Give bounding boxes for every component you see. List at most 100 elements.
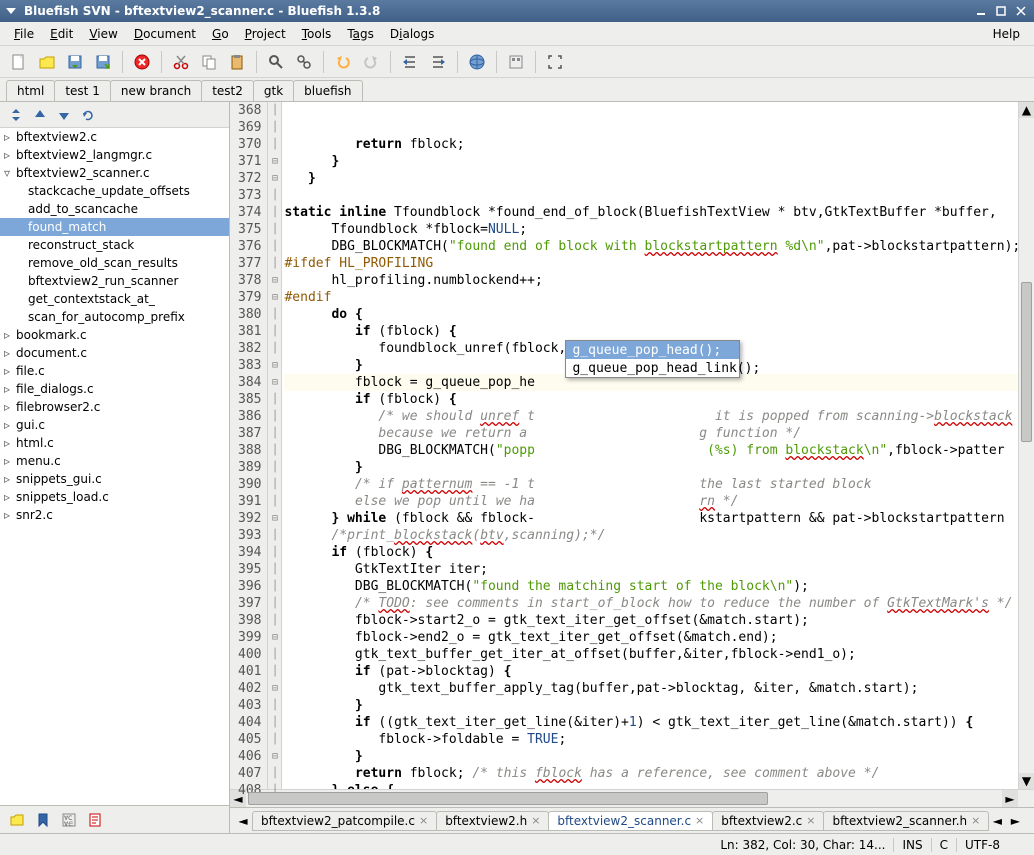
fold-column[interactable]: │││⊟⊟│││││⊟⊟│││⊟⊟│││││││⊟││││││⊟││⊟│││⊟│… — [268, 102, 282, 789]
refresh-icon[interactable] — [78, 105, 98, 125]
tree-item[interactable]: ▹document.c — [0, 344, 229, 362]
document-tab[interactable]: bftextview2.c× — [712, 811, 824, 831]
tree-item[interactable]: ▹snippets_gui.c — [0, 470, 229, 488]
document-tab[interactable]: bftextview2_scanner.h× — [823, 811, 989, 831]
arrow-down-icon[interactable] — [54, 105, 74, 125]
indent-icon[interactable] — [425, 49, 451, 75]
save-as-icon[interactable] — [90, 49, 116, 75]
project-tab[interactable]: gtk — [253, 80, 294, 101]
autocomplete-item[interactable]: g_queue_pop_head_link(); — [566, 359, 739, 377]
project-tab[interactable]: test 1 — [54, 80, 111, 101]
project-tab[interactable]: new branch — [110, 80, 202, 101]
tree-item[interactable]: ▹menu.c — [0, 452, 229, 470]
scrollbar-thumb[interactable] — [1021, 282, 1032, 442]
tree-item[interactable]: ▹html.c — [0, 434, 229, 452]
document-tab[interactable]: bftextview2_patcompile.c× — [252, 811, 437, 831]
code-line[interactable]: if (pat->blocktag) { — [284, 663, 1018, 680]
code-line[interactable]: hl_profiling.numblockend++; — [284, 272, 1018, 289]
close-icon[interactable] — [129, 49, 155, 75]
charset-icon[interactable]: ∀C∀∈ — [58, 809, 80, 831]
code-line[interactable]: gtk_text_buffer_apply_tag(buffer,pat->bl… — [284, 680, 1018, 697]
code-line[interactable]: do { — [284, 306, 1018, 323]
code-line[interactable]: /*print_blockstack(btv,scanning);*/ — [284, 527, 1018, 544]
arrow-updown-icon[interactable] — [6, 105, 26, 125]
cut-icon[interactable] — [168, 49, 194, 75]
preview-browser-icon[interactable] — [464, 49, 490, 75]
code-line[interactable]: fblock->start2_o = gtk_text_iter_get_off… — [284, 612, 1018, 629]
tree-function[interactable]: scan_for_autocomp_prefix — [0, 308, 229, 326]
menu-edit[interactable]: Edit — [42, 25, 81, 43]
code-line[interactable]: GtkTextIter iter; — [284, 561, 1018, 578]
paste-icon[interactable] — [224, 49, 250, 75]
horizontal-scrollbar[interactable]: ◄ ► — [230, 789, 1034, 807]
tab-nav-left2-icon[interactable]: ◄ — [988, 811, 1006, 831]
code-line[interactable]: else we pop until we ha rn */ — [284, 493, 1018, 510]
arrow-up-icon[interactable] — [30, 105, 50, 125]
code-line[interactable]: } — [284, 748, 1018, 765]
code-line[interactable]: #ifdef HL_PROFILING — [284, 255, 1018, 272]
folder-icon[interactable] — [6, 809, 28, 831]
scroll-up-icon[interactable]: ▲ — [1019, 102, 1034, 118]
document-tab[interactable]: bftextview2_scanner.c× — [548, 811, 713, 831]
maximize-button[interactable] — [992, 3, 1010, 19]
tree-item[interactable]: ▹gui.c — [0, 416, 229, 434]
project-tab[interactable]: html — [6, 80, 55, 101]
code-line[interactable]: gtk_text_buffer_get_iter_at_offset(buffe… — [284, 646, 1018, 663]
tree-item[interactable]: ▹snr2.c — [0, 506, 229, 524]
autocomplete-item[interactable]: g_queue_pop_head(); — [566, 341, 739, 359]
function-tree[interactable]: ▹bftextview2.c▹bftextview2_langmgr.c▿bft… — [0, 128, 229, 805]
find-replace-icon[interactable] — [291, 49, 317, 75]
h-scrollbar-thumb[interactable] — [248, 792, 768, 805]
code-line[interactable]: } — [284, 459, 1018, 476]
tab-close-icon[interactable]: × — [695, 814, 704, 827]
vertical-scrollbar[interactable]: ▲ ▼ — [1018, 102, 1034, 789]
tree-item[interactable]: ▹snippets_load.c — [0, 488, 229, 506]
tree-item[interactable]: ▹file_dialogs.c — [0, 380, 229, 398]
autocomplete-popup[interactable]: g_queue_pop_head();g_queue_pop_head_link… — [565, 340, 740, 378]
code-line[interactable]: if (fblock) { — [284, 544, 1018, 561]
menu-document[interactable]: Document — [126, 25, 204, 43]
code-line[interactable]: return fblock; — [284, 136, 1018, 153]
menu-tags[interactable]: Tags — [339, 25, 382, 43]
code-line[interactable]: if (fblock) { — [284, 323, 1018, 340]
tree-item[interactable]: ▹bftextview2.c — [0, 128, 229, 146]
code-line[interactable]: DBG_BLOCKMATCH("found the matching start… — [284, 578, 1018, 595]
scroll-right-icon[interactable]: ► — [1002, 790, 1018, 807]
document-tab[interactable]: bftextview2.h× — [436, 811, 549, 831]
code-line[interactable]: } — [284, 153, 1018, 170]
code-line[interactable]: Tfoundblock *fblock=NULL; — [284, 221, 1018, 238]
menu-view[interactable]: View — [81, 25, 125, 43]
code-line[interactable]: DBG_BLOCKMATCH("found end of block with … — [284, 238, 1018, 255]
code-line[interactable]: /* TODO: see comments in start_of_block … — [284, 595, 1018, 612]
snippets-icon[interactable] — [84, 809, 106, 831]
code-line[interactable]: #endif — [284, 289, 1018, 306]
tree-function[interactable]: get_contextstack_at_ — [0, 290, 229, 308]
code-line[interactable]: fblock->end2_o = gtk_text_iter_get_offse… — [284, 629, 1018, 646]
new-file-icon[interactable] — [6, 49, 32, 75]
tree-item[interactable]: ▹file.c — [0, 362, 229, 380]
save-file-icon[interactable] — [62, 49, 88, 75]
unindent-icon[interactable] — [397, 49, 423, 75]
code-line[interactable]: return fblock; /* this fblock has a refe… — [284, 765, 1018, 782]
code-line[interactable] — [284, 187, 1018, 204]
code-line[interactable]: static inline Tfoundblock *found_end_of_… — [284, 204, 1018, 221]
undo-icon[interactable] — [330, 49, 356, 75]
menu-help[interactable]: Help — [985, 25, 1028, 43]
code-editor[interactable]: return fblock; } } static inline Tfoundbl… — [282, 102, 1018, 789]
code-line[interactable]: DBG_BLOCKMATCH("popp (%s) from blockstac… — [284, 442, 1018, 459]
menu-tools[interactable]: Tools — [294, 25, 340, 43]
scroll-down-icon[interactable]: ▼ — [1019, 773, 1034, 789]
tree-function[interactable]: remove_old_scan_results — [0, 254, 229, 272]
code-line[interactable]: because we return a g function */ — [284, 425, 1018, 442]
menu-dialogs[interactable]: Dialogs — [382, 25, 443, 43]
tree-function[interactable]: stackcache_update_offsets — [0, 182, 229, 200]
redo-icon[interactable] — [358, 49, 384, 75]
tab-close-icon[interactable]: × — [531, 814, 540, 827]
menu-project[interactable]: Project — [237, 25, 294, 43]
tree-item[interactable]: ▿bftextview2_scanner.c — [0, 164, 229, 182]
window-menu-icon[interactable] — [4, 4, 18, 18]
code-line[interactable]: } while (fblock && fblock- kstartpattern… — [284, 510, 1018, 527]
tree-function[interactable]: bftextview2_run_scanner — [0, 272, 229, 290]
minimize-button[interactable] — [972, 3, 990, 19]
code-line[interactable]: if (fblock) { — [284, 391, 1018, 408]
